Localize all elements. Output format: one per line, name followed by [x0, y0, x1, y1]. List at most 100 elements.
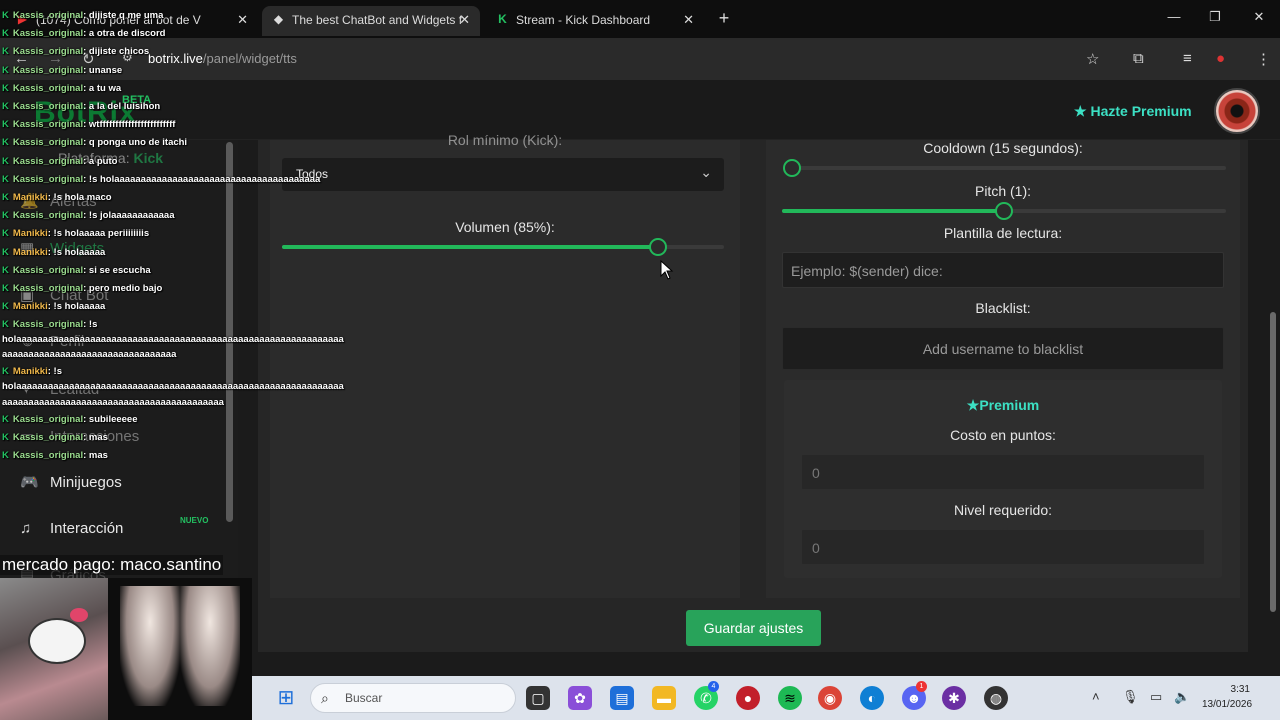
- costo-input[interactable]: 0: [801, 454, 1205, 490]
- chat-username: Kassis_original: [12, 64, 84, 76]
- whatsapp-badge: 4: [708, 681, 719, 692]
- chat-message: K Kassis_original: dijiste chicos: [2, 46, 149, 58]
- costo-label: Costo en puntos:: [950, 427, 1056, 443]
- close-tab-icon[interactable]: ✕: [683, 6, 694, 34]
- search-icon: ⌕: [321, 690, 329, 706]
- chat-message: K Manikki: !s holaaaaa: [2, 247, 105, 259]
- system-clock[interactable]: 3:31 13/01/2026: [1202, 682, 1253, 712]
- spotify-icon[interactable]: ≋: [778, 686, 802, 710]
- save-button[interactable]: Guardar ajustes: [686, 610, 821, 646]
- chat-text: : a la del luisihon: [83, 101, 161, 112]
- chat-text: : mas: [83, 432, 108, 444]
- media-control-icon[interactable]: ≡: [1183, 50, 1192, 67]
- hazte-premium-button[interactable]: ★ Hazte Premium: [1074, 103, 1192, 120]
- minimize-icon[interactable]: —: [1164, 9, 1184, 24]
- chat-username: Kassis_original: [12, 450, 84, 462]
- tab-title: Stream - Kick Dashboard: [516, 13, 651, 27]
- store-icon[interactable]: ▤: [610, 686, 634, 710]
- kick-icon: K: [2, 46, 9, 58]
- page-scrollbar[interactable]: [1270, 312, 1276, 612]
- nivel-input[interactable]: 0: [801, 529, 1205, 565]
- copilot-icon[interactable]: ✿: [568, 686, 592, 710]
- user-avatar[interactable]: [1214, 88, 1260, 134]
- obs-icon[interactable]: ◍: [984, 686, 1008, 710]
- chat-message: K Kassis_original: mas: [2, 450, 108, 462]
- chat-text: : !s jolaaaaaaaaaaaa: [83, 210, 175, 222]
- windows-taskbar: ⊞ ⌕ Buscar ▢ ✿ ▤ ▬ ✆ 4 ● ≋ ◉ ◐ ☻ 1 ✱ ◍ ˄…: [252, 676, 1280, 720]
- chat-text: : !s: [83, 319, 98, 331]
- chat-username: Kassis_original: [12, 319, 84, 331]
- microphone-icon[interactable]: 🎙: [1122, 689, 1139, 705]
- chat-message: K Kassis_original: unanse: [2, 65, 122, 77]
- blacklist-placeholder: Add username to blacklist: [922, 341, 1084, 357]
- chat-message: K Kassis_original: si se escucha: [2, 265, 151, 277]
- rol-select[interactable]: Todos ⌄: [282, 158, 724, 191]
- chat-message: aaaaaaaaaaaaaaaaaaaaaaaaaaaaaaaaaaaaaaaa…: [2, 397, 224, 409]
- chrome-icon[interactable]: ◉: [818, 686, 842, 710]
- chat-username: Kassis_original: [12, 10, 84, 21]
- pitch-slider-thumb[interactable]: [995, 202, 1013, 220]
- kick-icon: K: [2, 173, 9, 185]
- search-placeholder: Buscar: [345, 691, 383, 705]
- pitch-slider[interactable]: [782, 202, 1226, 220]
- plantilla-input[interactable]: Ejemplo: $(sender) dice:: [782, 252, 1224, 288]
- wing-icon: [180, 586, 240, 706]
- chat-text: : dijiste q me uma: [83, 10, 164, 21]
- chat-text: : pero medio bajo: [83, 283, 163, 294]
- webcam-overlay-wings: [108, 578, 252, 720]
- close-tab-icon[interactable]: ✕: [459, 6, 470, 34]
- chevron-down-icon: ⌄: [700, 164, 712, 180]
- bow-icon: [70, 608, 88, 622]
- left-settings-panel: Rol mínimo (Kick): Todos ⌄ Volumen (85%)…: [270, 132, 740, 598]
- app-icon[interactable]: ●: [736, 686, 760, 710]
- kick-icon: K: [2, 10, 9, 21]
- premium-label: Hazte Premium: [1090, 103, 1192, 119]
- app-icon[interactable]: ✱: [942, 686, 966, 710]
- volume-icon[interactable]: 🔈: [1174, 689, 1190, 705]
- cooldown-slider-thumb[interactable]: [783, 159, 801, 177]
- sidebar-item-interaccion[interactable]: ♫ Interacción: [20, 520, 123, 537]
- nivel-value: 0: [812, 540, 820, 556]
- new-tab-button[interactable]: +: [714, 8, 734, 29]
- chat-message: K Kassis_original: a la del luisihon: [2, 101, 160, 113]
- file-explorer-icon[interactable]: ▬: [652, 686, 676, 710]
- donation-text: mercado pago: maco.santino: [0, 555, 224, 575]
- chat-message: holaaaaaaaaaaaaaaaaaaaaaaaaaaaaaaaaaaaaa…: [2, 334, 344, 346]
- chevron-up-icon[interactable]: ˄: [1092, 689, 1100, 704]
- blacklist-input[interactable]: Add username to blacklist: [782, 327, 1224, 370]
- chat-message: K Kassis_original: pero medio bajo: [2, 283, 162, 295]
- volume-slider-thumb[interactable]: [648, 238, 667, 256]
- chat-username: Kassis_original: [12, 119, 84, 131]
- maximize-icon[interactable]: ❐: [1205, 9, 1225, 25]
- pitch-label: Pitch (1):: [974, 183, 1031, 199]
- stream-chat-overlay: K Kassis_original: dijiste q me uma K Kassi…: [0, 6, 344, 476]
- close-window-icon[interactable]: ✕: [1249, 9, 1269, 25]
- menu-kebab-icon[interactable]: ⋮: [1256, 50, 1271, 68]
- task-view-icon[interactable]: ▢: [526, 686, 550, 710]
- tts-widget-settings: Rol mínimo (Kick): Todos ⌄ Volumen (85%)…: [258, 132, 1248, 652]
- chat-text: : dijiste chicos: [83, 46, 150, 58]
- windows-start-icon[interactable]: ⊞: [274, 686, 298, 710]
- blacklist-label: Blacklist:: [975, 300, 1031, 316]
- chat-text: : !s hola maco: [47, 192, 112, 203]
- webcam-overlay-hello-kitty: [0, 578, 108, 720]
- extensions-icon[interactable]: ⧉: [1133, 50, 1144, 67]
- volume-slider[interactable]: [282, 238, 724, 256]
- chat-username: Manikki: [12, 228, 48, 240]
- clock-date: 13/01/2026: [1202, 699, 1253, 710]
- chat-username: Kassis_original: [12, 432, 84, 444]
- costo-value: 0: [812, 465, 820, 481]
- clock-time: 3:31: [1230, 684, 1250, 695]
- chat-message: K Kassis_original: !s: [2, 319, 97, 331]
- kick-icon: K: [2, 301, 9, 313]
- profile-icon[interactable]: ●: [1216, 50, 1225, 67]
- kick-icon: K: [2, 192, 9, 203]
- cooldown-slider[interactable]: [783, 159, 1226, 177]
- taskbar-search[interactable]: ⌕ Buscar: [310, 683, 516, 713]
- bookmark-star-icon[interactable]: ☆: [1086, 50, 1099, 68]
- edge-icon[interactable]: ◐: [860, 686, 884, 710]
- display-icon[interactable]: ▭: [1150, 689, 1162, 705]
- chat-username: Manikki: [12, 366, 48, 378]
- chat-text: : !s holaaaaaaaaaaaaaaaaaaaaaaaaaaaaaaaa…: [83, 173, 321, 185]
- tab-kick[interactable]: K Stream - Kick Dashboard ✕: [486, 6, 704, 36]
